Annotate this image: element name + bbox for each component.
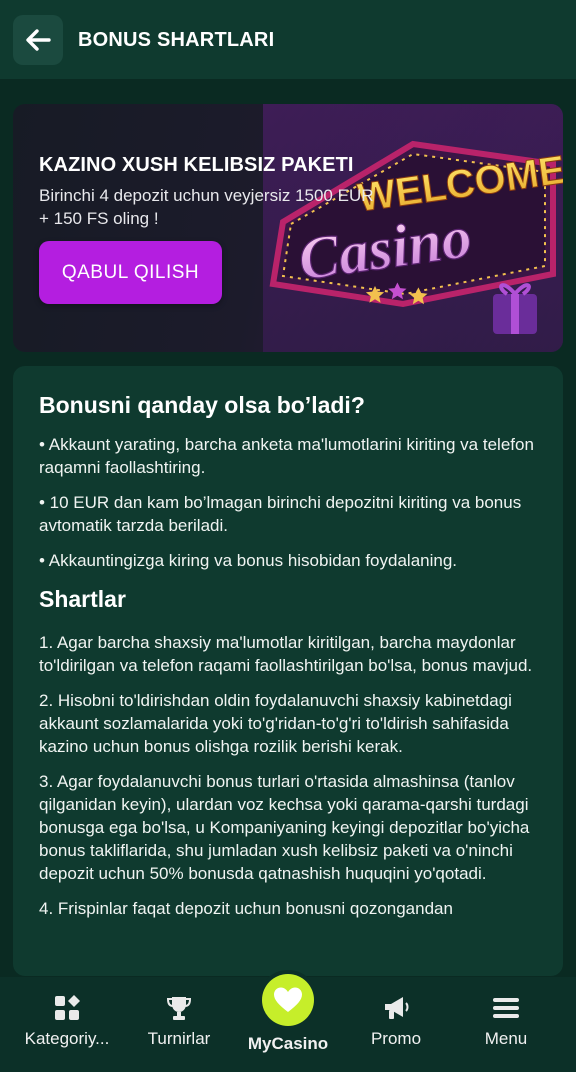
terms-item: 4. Frispinlar faqat depozit uchun bonusn…: [39, 899, 453, 918]
nav-item-tournaments[interactable]: Turnirlar: [128, 977, 230, 1072]
terms-item: 2. Hisobni to'ldirishdan oldin foydalanu…: [39, 691, 512, 756]
bottom-navigation: Kategoriy... Turnirlar MyCasino Promo Me…: [0, 974, 576, 1072]
welcome-bonus-banner: WELCOME Casino KAZINO XUSH KELIBSIZ PAKE…: [13, 104, 563, 352]
how-to-get-title: Bonusni qanday olsa bo’ladi?: [39, 392, 365, 418]
trophy-icon: [164, 993, 194, 1023]
terms-item: 3. Agar foydalanuvchi bonus turlari o'rt…: [39, 772, 530, 883]
bonus-terms-card: Bonusni qanday olsa bo’ladi? • Akkaunt y…: [13, 366, 563, 976]
nav-label: Turnirlar: [147, 1029, 211, 1048]
banner-title: KAZINO XUSH KELIBSIZ PAKETI: [39, 154, 354, 176]
nav-item-promo[interactable]: Promo: [346, 977, 446, 1072]
page-title: BONUS SHARTLARI: [78, 29, 275, 51]
claim-bonus-button[interactable]: QABUL QILISH: [39, 241, 222, 304]
arrow-left-icon: [26, 29, 51, 51]
terms-title: Shartlar: [39, 586, 126, 612]
how-item: • 10 EUR dan kam bo’lmagan birinchi depo…: [39, 493, 522, 535]
nav-label-active: MyCasino: [247, 1034, 329, 1053]
nav-item-menu[interactable]: Menu: [456, 977, 556, 1072]
terms-item: 1. Agar barcha shaxsiy ma'lumotlar kirit…: [39, 633, 533, 675]
app: BONUS SHARTLARI WELCOME Casino KAZINO XU…: [0, 0, 576, 1072]
megaphone-icon: [381, 993, 411, 1023]
how-item: • Akkauntingizga kiring va bonus hisobid…: [39, 551, 458, 570]
back-button[interactable]: [13, 15, 63, 65]
hamburger-menu-icon: [491, 993, 521, 1023]
nav-item-categories[interactable]: Kategoriy...: [10, 977, 124, 1072]
top-bar: BONUS SHARTLARI: [0, 0, 576, 80]
nav-item-mycasino[interactable]: MyCasino: [238, 974, 338, 1072]
banner-subtitle: Birinchi 4 depozit uchun veyjersiz 1500 …: [39, 186, 374, 228]
heart-icon: [262, 974, 314, 1026]
categories-icon: [52, 993, 82, 1023]
nav-label: Kategoriy...: [24, 1029, 110, 1048]
nav-label: Promo: [370, 1029, 422, 1048]
nav-label: Menu: [484, 1029, 528, 1048]
how-item: • Akkaunt yarating, barcha anketa ma'lum…: [39, 435, 534, 477]
